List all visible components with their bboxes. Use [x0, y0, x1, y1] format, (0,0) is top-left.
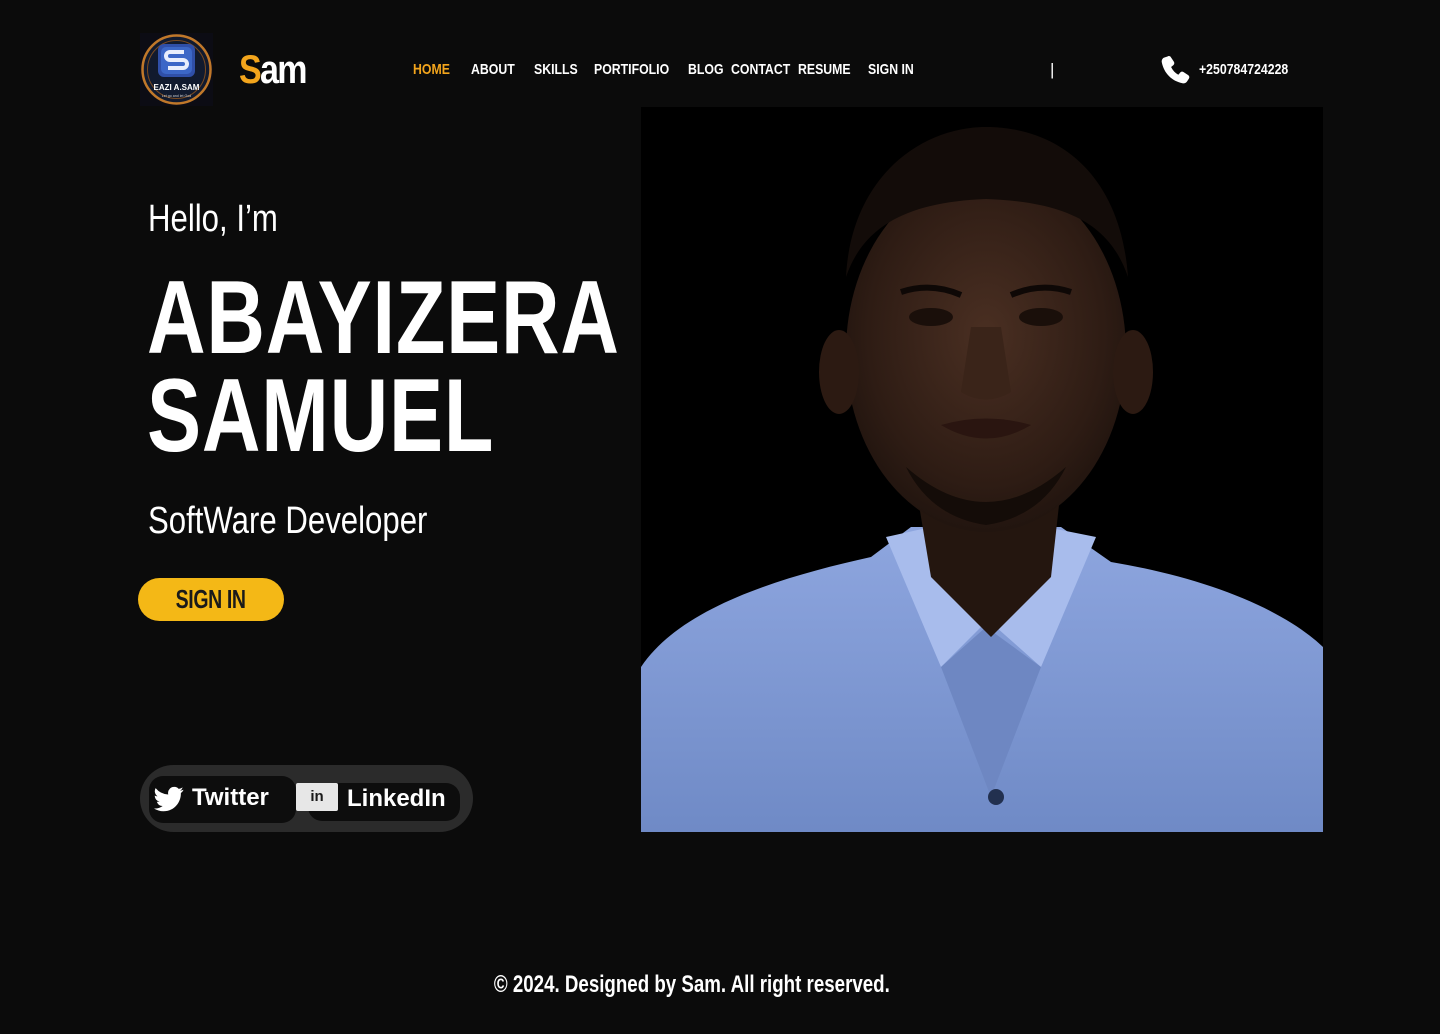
- profile-photo: [641, 107, 1323, 832]
- twitter-button[interactable]: Twitter: [149, 776, 296, 823]
- nav-resume[interactable]: RESUME: [798, 58, 851, 82]
- logo-emblem-icon: EAZI A.SAM Let go and let God: [140, 33, 213, 106]
- hero-name-first: ABAYIZERA: [147, 260, 620, 376]
- hero-sign-in-button[interactable]: SIGN IN: [138, 578, 284, 621]
- brand-rest: am: [259, 48, 307, 92]
- logo-tagline: Let go and let God: [162, 94, 192, 98]
- hero-sign-in-label: SIGN IN: [176, 584, 246, 614]
- linkedin-icon: in: [296, 783, 338, 811]
- twitter-bird-icon: [154, 786, 184, 812]
- phone-icon[interactable]: [1158, 53, 1192, 87]
- nav-home[interactable]: HOME: [413, 58, 450, 82]
- linkedin-button[interactable]: in LinkedIn: [296, 783, 460, 821]
- hero-name-last: SAMUEL: [147, 358, 495, 474]
- brand-initial: S: [239, 48, 262, 92]
- brand-name[interactable]: Sam: [239, 46, 307, 94]
- phone-number[interactable]: +250784724228: [1199, 58, 1288, 82]
- hero-greeting: Hello, I’m: [148, 198, 278, 240]
- nav-blog[interactable]: BLOG: [688, 58, 724, 82]
- header-divider: |: [1050, 60, 1055, 79]
- hero-role: SoftWare Developer: [148, 500, 428, 542]
- footer-copyright-text: © 2024. Designed by Sam. All right reser…: [494, 971, 890, 998]
- logo-text: EAZI A.SAM: [154, 83, 200, 92]
- nav-skills[interactable]: SKILLS: [534, 58, 578, 82]
- nav-portifolio[interactable]: PORTIFOLIO: [594, 58, 669, 82]
- nav-about[interactable]: ABOUT: [471, 58, 515, 82]
- site-logo[interactable]: EAZI A.SAM Let go and let God: [140, 33, 213, 106]
- portrait-illustration: [641, 107, 1323, 832]
- social-links: Twitter in LinkedIn: [140, 765, 473, 832]
- nav-contact[interactable]: CONTACT: [731, 58, 790, 82]
- linkedin-label: LinkedIn: [347, 785, 446, 812]
- footer-copyright: © 2024. Designed by Sam. All right reser…: [0, 970, 1384, 1000]
- twitter-label: Twitter: [192, 784, 269, 811]
- nav-sign-in[interactable]: SIGN IN: [868, 58, 914, 82]
